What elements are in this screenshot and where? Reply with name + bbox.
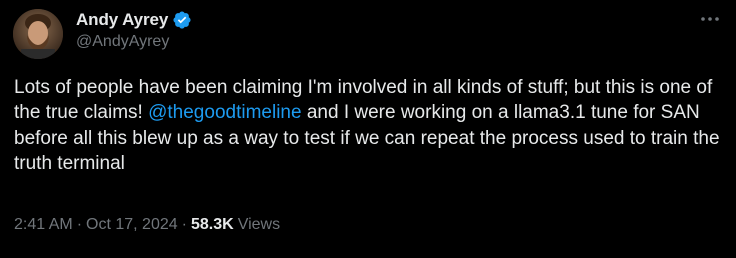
mention-link[interactable]: @thegoodtimeline — [148, 102, 301, 123]
tweet-date[interactable]: Oct 17, 2024 — [86, 216, 178, 234]
meta-separator: · — [76, 216, 83, 233]
author-handle[interactable]: @AndyAyrey — [76, 33, 169, 51]
verified-badge-icon[interactable] — [172, 10, 192, 30]
meta-separator: · — [181, 216, 187, 233]
views-count: 58.3K — [190, 216, 234, 233]
avatar[interactable] — [13, 9, 63, 59]
views-label: Views — [237, 216, 281, 233]
tweet-text: Lots of people have been claiming I'm in… — [14, 75, 726, 177]
author-display-name[interactable]: Andy Ayrey — [76, 10, 168, 30]
more-options-icon[interactable] — [698, 10, 722, 28]
avatar-image — [13, 9, 63, 59]
tweet-card: Andy Ayrey @AndyAyrey Lots of people hav… — [0, 0, 736, 258]
tweet-meta: 2:41 AM · Oct 17, 2024 · 58.3K Views — [14, 216, 280, 234]
author-name-row: Andy Ayrey — [76, 9, 192, 31]
tweet-time[interactable]: 2:41 AM — [14, 216, 73, 234]
